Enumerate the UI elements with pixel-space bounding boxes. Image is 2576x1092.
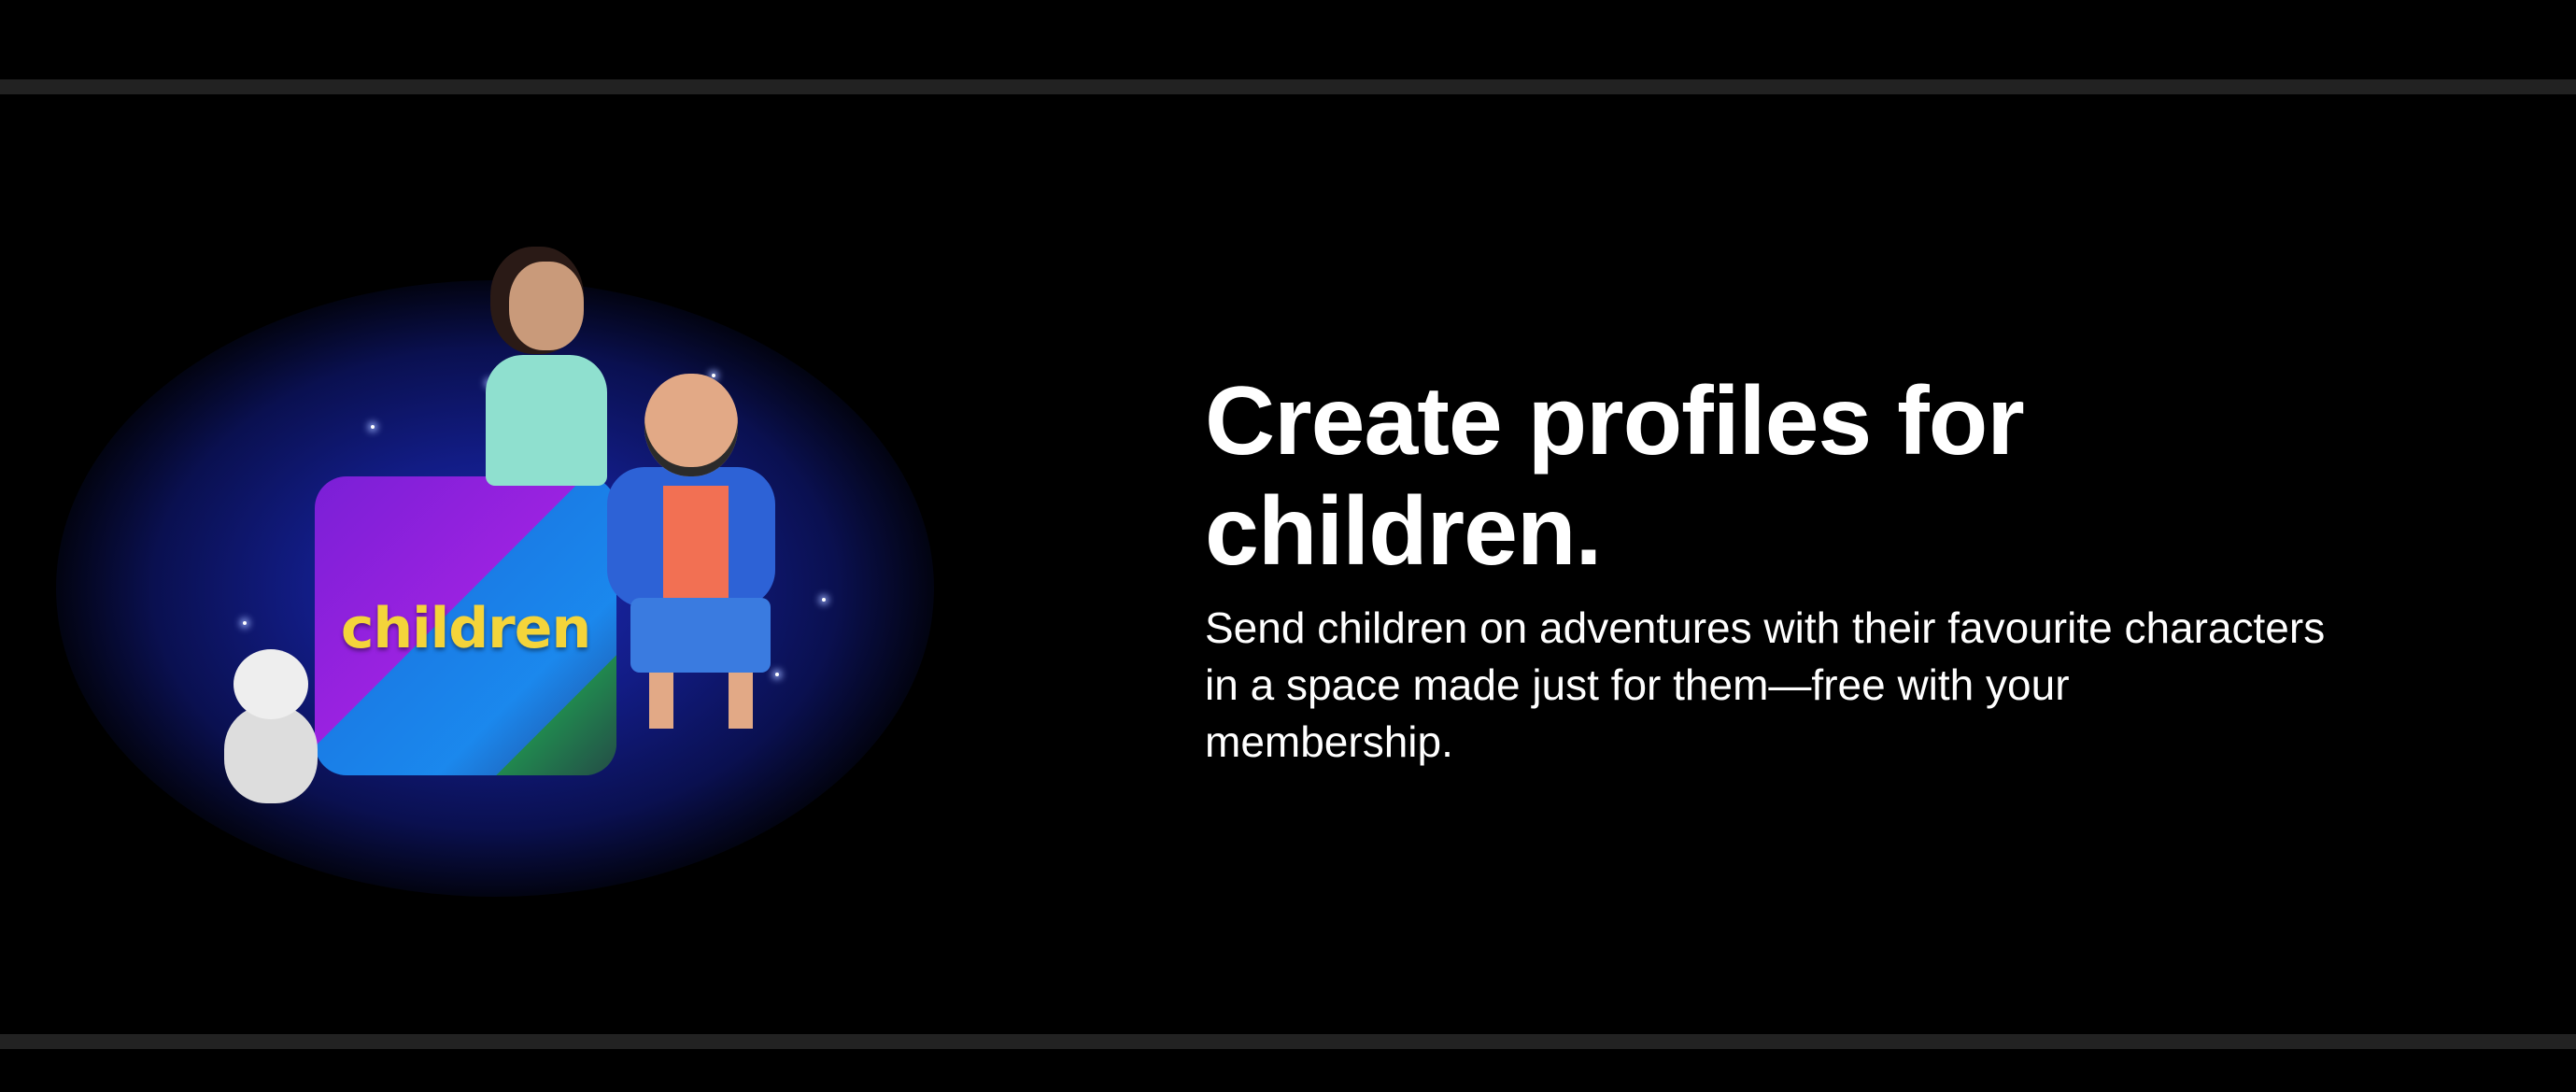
promo-heading: Create profiles for children. xyxy=(1205,367,2025,586)
top-divider xyxy=(0,79,2576,94)
children-tile-label: children xyxy=(340,596,591,661)
bottom-divider xyxy=(0,1034,2576,1049)
children-tile: children xyxy=(315,476,616,775)
star-icon xyxy=(822,598,826,602)
boy-character xyxy=(579,374,813,747)
bunny-character xyxy=(219,649,322,808)
star-icon xyxy=(243,621,247,625)
star-icon xyxy=(371,425,375,429)
promo-description: Send children on adventures with their f… xyxy=(1205,603,2326,766)
children-profile-illustration: children xyxy=(37,224,953,915)
